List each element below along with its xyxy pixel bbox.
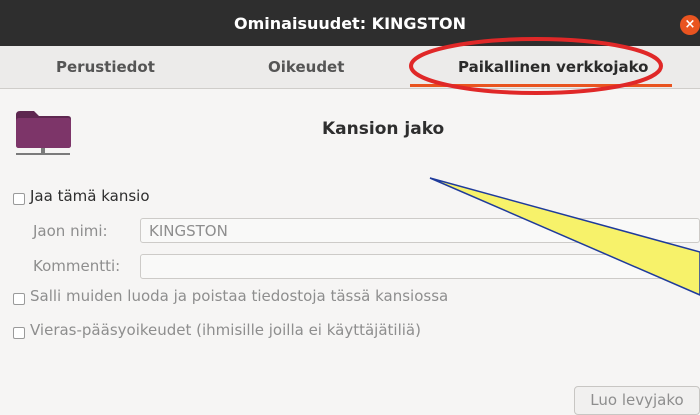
pointer-arrow [429,177,700,296]
annotation-overlay [409,37,700,296]
highlight-ellipse [409,37,663,95]
